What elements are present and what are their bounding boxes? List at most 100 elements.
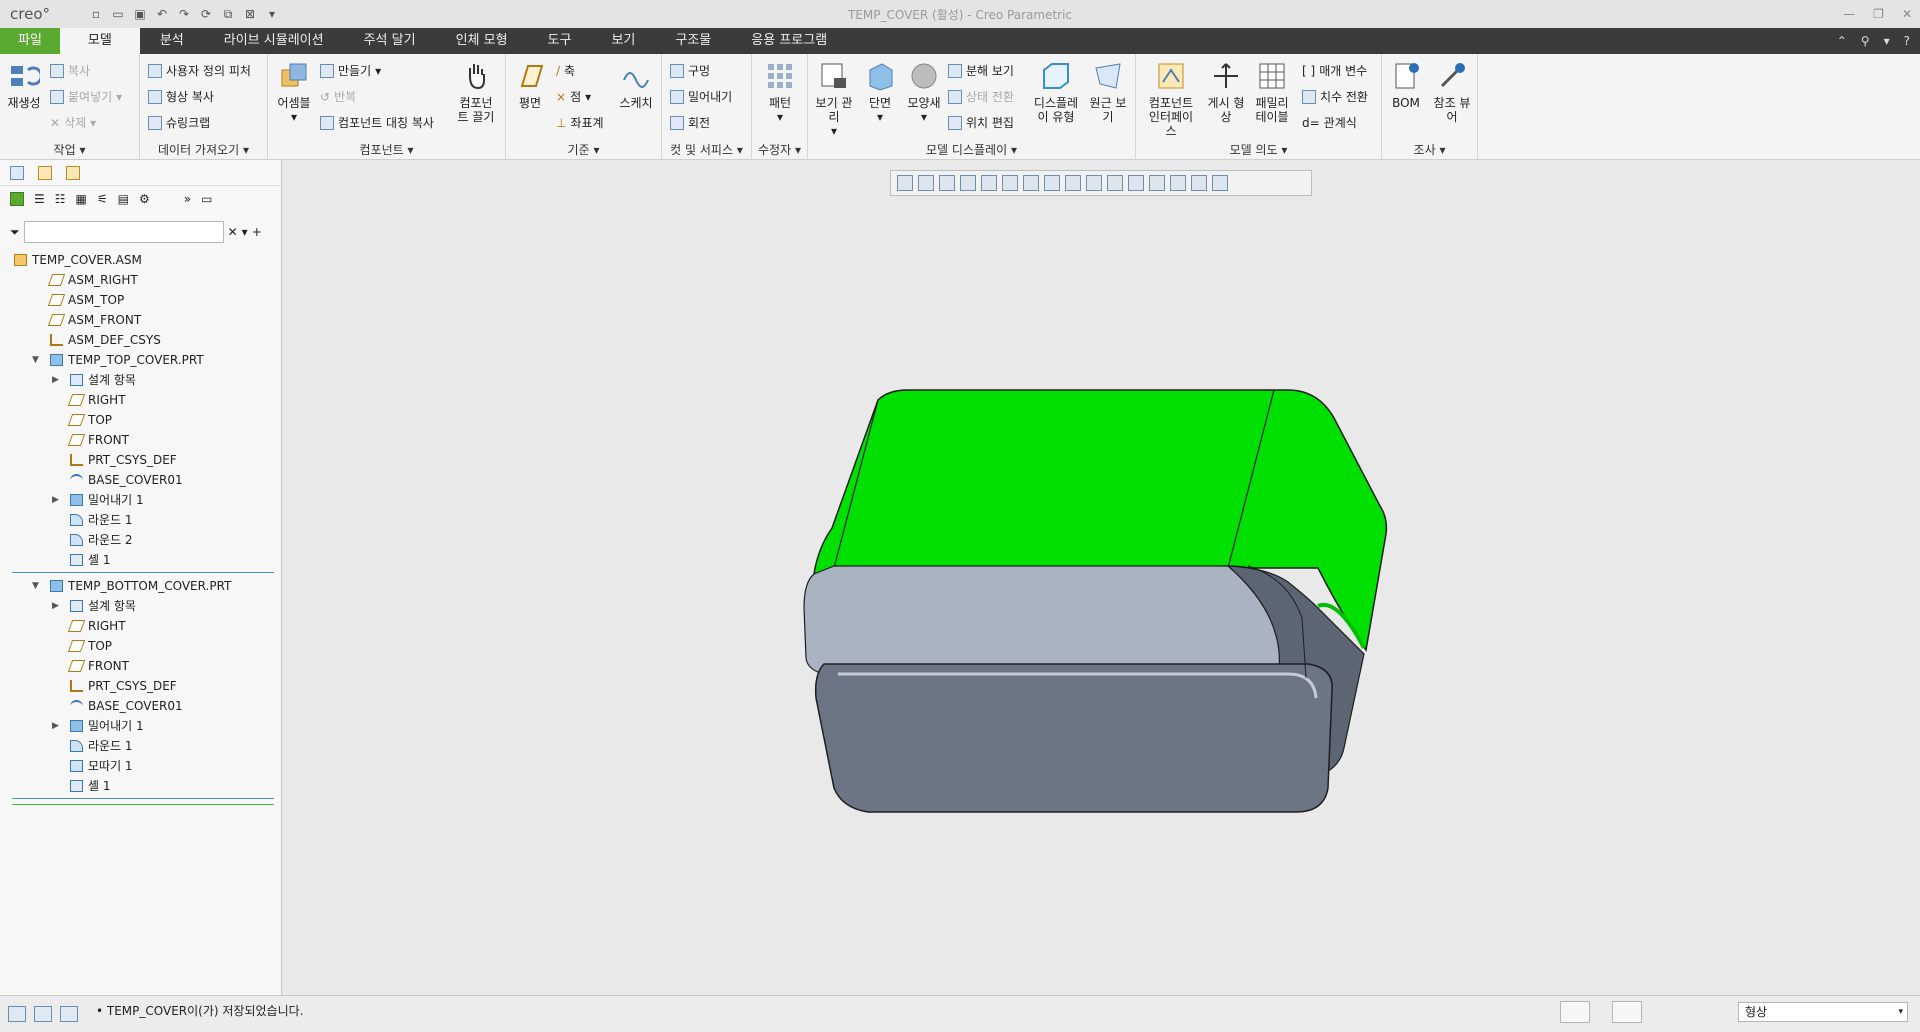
search-dropdown-icon[interactable]: ▾ [242, 225, 248, 239]
tree-search-input[interactable] [23, 221, 224, 243]
tree-item[interactable]: RIGHT [0, 390, 282, 410]
tree-item[interactable]: FRONT [0, 656, 282, 676]
toggle-status-button[interactable]: 상태 전환 [948, 88, 1014, 105]
add-filter-icon[interactable]: + [252, 225, 262, 239]
tab-analysis[interactable]: 분석 [140, 28, 204, 54]
tree-filters-icon[interactable]: ⚟ [97, 192, 108, 206]
copy-geometry-button[interactable]: 형상 복사 [148, 88, 214, 105]
collapse-ribbon-icon[interactable]: ⌃ [1837, 34, 1847, 48]
tree-item[interactable]: TEMP_COVER.ASM [0, 250, 282, 270]
learning-icon[interactable]: ▾ [1884, 34, 1890, 48]
filter-funnel-icon[interactable]: ⏷ [10, 225, 20, 240]
customize-chevron-icon[interactable]: ▾ [264, 6, 280, 22]
layer-view-icon[interactable]: ▦ [76, 192, 87, 206]
tree-item[interactable]: ▼ TEMP_TOP_COVER.PRT [0, 350, 282, 370]
help-icon[interactable]: ? [1904, 34, 1910, 48]
exploded-view-button[interactable]: 분해 보기 [948, 62, 1014, 79]
tree-item[interactable]: TOP [0, 410, 282, 430]
tree-item[interactable]: 모따기 1 [0, 756, 282, 776]
cover-assembly-model[interactable] [728, 378, 1468, 838]
open-folder-icon[interactable]: ▭ [110, 6, 126, 22]
family-table-button[interactable]: 패밀리 테이블 [1250, 60, 1294, 124]
display-style-button[interactable]: 디스플레이 유형 [1030, 60, 1082, 124]
regenerate-icon[interactable]: ⟳ [198, 6, 214, 22]
mirror-component-button[interactable]: 컴포넌트 대칭 복사 [320, 114, 434, 131]
shrinkwrap-button[interactable]: 슈링크랩 [148, 114, 210, 131]
component-interface-button[interactable]: 컴포넌트 인터페이스 [1144, 60, 1198, 138]
zoom-out-icon[interactable] [939, 175, 955, 191]
tree-item[interactable]: 라운드 2 [0, 530, 282, 550]
tree-item[interactable]: PRT_CSYS_DEF [0, 450, 282, 470]
saved-orientations-icon[interactable] [1023, 175, 1039, 191]
tab-file[interactable]: 파일 [0, 28, 60, 54]
graphics-viewport[interactable] [282, 160, 1920, 995]
group-label-cut-surface[interactable]: 컷 및 서피스 ▾ [662, 141, 751, 158]
tab-live-simulation[interactable]: 라이브 시뮬레이션 [204, 28, 344, 54]
new-file-icon[interactable]: ▫ [88, 6, 104, 22]
expand-arrow-icon[interactable]: ▶ [52, 370, 59, 390]
hole-button[interactable]: 구멍 [670, 62, 710, 79]
axis-button[interactable]: / 축 [556, 62, 575, 79]
assemble-button[interactable]: 어셈블 ▾ [272, 60, 316, 124]
datum-display-icon[interactable] [1086, 175, 1102, 191]
regenerate-button[interactable]: 재생성 [2, 60, 46, 110]
revolve-button[interactable]: 회전 [670, 114, 710, 131]
view-manager-button[interactable]: 보기 관리 ▾ [812, 60, 856, 138]
show-icon[interactable] [10, 192, 24, 206]
display-style-icon[interactable] [1002, 175, 1018, 191]
close-icon[interactable]: ✕ [1902, 7, 1912, 21]
tab-model[interactable]: 모델 [59, 28, 140, 54]
tab-annotate[interactable]: 주석 달기 [344, 28, 436, 54]
bottom-cover-band[interactable] [803, 565, 1314, 679]
show-browser-icon[interactable] [34, 1006, 52, 1022]
save-icon[interactable]: ▣ [132, 6, 148, 22]
switch-dimensions-button[interactable]: 치수 전환 [1302, 88, 1368, 105]
tree-item[interactable]: ASM_FRONT [0, 310, 282, 330]
group-label-get-data[interactable]: 데이터 가져오기 ▾ [140, 141, 267, 158]
tree-item[interactable]: 셸 1 [0, 776, 282, 796]
group-label-model-display[interactable]: 모델 디스플레이 ▾ [808, 141, 1135, 158]
selection-filter-select[interactable]: 형상 ▾ [1738, 1002, 1908, 1022]
plane-button[interactable]: 평면 [508, 60, 552, 110]
tree-view-icon[interactable]: ☰ [34, 192, 45, 206]
bottom-cover-front-face[interactable] [814, 663, 1333, 813]
point-button[interactable]: × 점 ▾ [556, 88, 591, 105]
pause-icon[interactable] [1191, 175, 1207, 191]
folder-browser-tab-icon[interactable] [38, 165, 52, 180]
tree-item[interactable]: FRONT [0, 430, 282, 450]
expand-arrow-icon[interactable]: ▶ [52, 596, 59, 616]
spin-center-icon[interactable] [981, 175, 997, 191]
perspective-view-button[interactable]: 원근 보기 [1086, 60, 1130, 124]
windows-icon[interactable]: ⧉ [220, 6, 236, 22]
extrude-button[interactable]: 밀어내기 [670, 88, 732, 105]
reference-viewer-button[interactable]: 참조 뷰어 [1430, 60, 1474, 124]
tree-item[interactable]: 라운드 1 [0, 510, 282, 530]
favorites-tab-icon[interactable] [66, 165, 80, 180]
paste-button[interactable]: 붙여넣기 ▾ [50, 88, 122, 105]
close-window-icon[interactable]: ⊠ [242, 6, 258, 22]
minimize-icon[interactable]: — [1843, 7, 1855, 21]
maximize-icon[interactable]: ❐ [1873, 7, 1884, 21]
tree-columns-icon[interactable]: ▤ [118, 192, 129, 206]
find-binoculars-icon[interactable] [1560, 1001, 1590, 1023]
group-label-investigate[interactable]: 조사 ▾ [1382, 141, 1477, 158]
bom-button[interactable]: BOM [1384, 60, 1428, 110]
section-button[interactable]: 단면 ▾ [858, 60, 902, 124]
collapse-arrow-icon[interactable]: ▼ [32, 576, 39, 596]
tree-item[interactable]: BASE_COVER01 [0, 470, 282, 490]
publish-geometry-button[interactable]: 게시 형상 [1204, 60, 1248, 124]
tree-item[interactable]: ▶ 설계 항목 [0, 596, 282, 616]
component-display-icon[interactable] [1128, 175, 1144, 191]
group-label-datum[interactable]: 기준 ▾ [506, 141, 661, 158]
sketch-button[interactable]: 스케치 [614, 60, 658, 110]
redo-icon[interactable]: ↷ [176, 6, 192, 22]
settings-gear-icon[interactable]: ⚙ [139, 192, 150, 206]
tree-item[interactable]: ASM_DEF_CSYS [0, 330, 282, 350]
parameters-button[interactable]: [ ] 매개 변수 [1302, 62, 1367, 79]
selection-box-icon[interactable] [1612, 1001, 1642, 1023]
expand-arrow-icon[interactable]: ▶ [52, 716, 59, 736]
refit-icon[interactable] [897, 175, 913, 191]
edit-position-button[interactable]: 위치 편집 [948, 114, 1014, 131]
relations-button[interactable]: d= 관계식 [1302, 114, 1357, 131]
delete-button[interactable]: ✕ 삭제 ▾ [50, 114, 96, 131]
